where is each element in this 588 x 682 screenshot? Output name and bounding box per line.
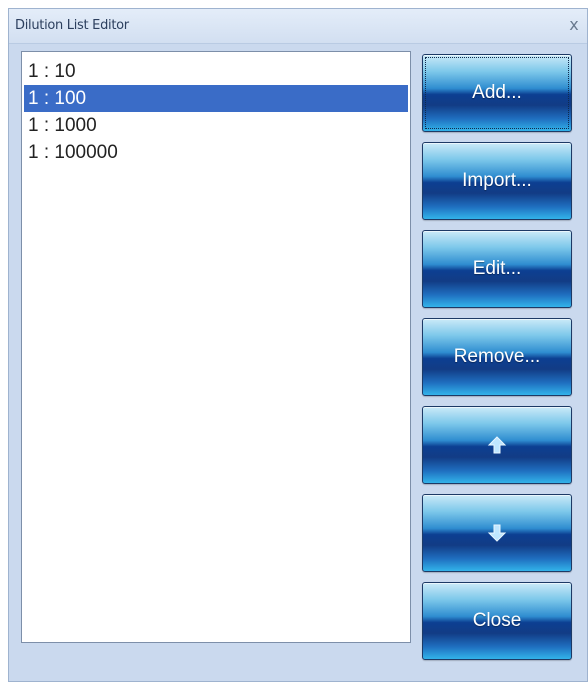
close-button[interactable]: Close (422, 582, 572, 660)
dilution-listbox[interactable]: 1 : 10 1 : 100 1 : 1000 1 : 100000 (21, 51, 411, 643)
close-window-icon[interactable]: x (565, 15, 583, 35)
edit-button[interactable]: Edit... (422, 230, 572, 308)
list-item[interactable]: 1 : 1000 (24, 112, 408, 139)
close-button-label: Close (472, 610, 522, 631)
list-item[interactable]: 1 : 10 (24, 58, 408, 85)
import-button[interactable]: Import... (422, 142, 572, 220)
window-title: Dilution List Editor (15, 18, 129, 33)
edit-button-label: Edit... (472, 258, 522, 279)
move-up-button[interactable] (422, 406, 572, 484)
add-button-label: Add... (472, 82, 522, 103)
arrow-up-icon (487, 436, 507, 454)
import-button-label: Import... (462, 170, 532, 191)
move-down-button[interactable] (422, 494, 572, 572)
list-item[interactable]: 1 : 100000 (24, 139, 408, 166)
title-bar: Dilution List Editor x (9, 9, 587, 44)
remove-button-label: Remove... (453, 346, 541, 367)
remove-button[interactable]: Remove... (422, 318, 572, 396)
arrow-down-icon (487, 524, 507, 542)
list-item-selected[interactable]: 1 : 100 (24, 85, 408, 112)
add-button[interactable]: Add... (422, 54, 572, 132)
